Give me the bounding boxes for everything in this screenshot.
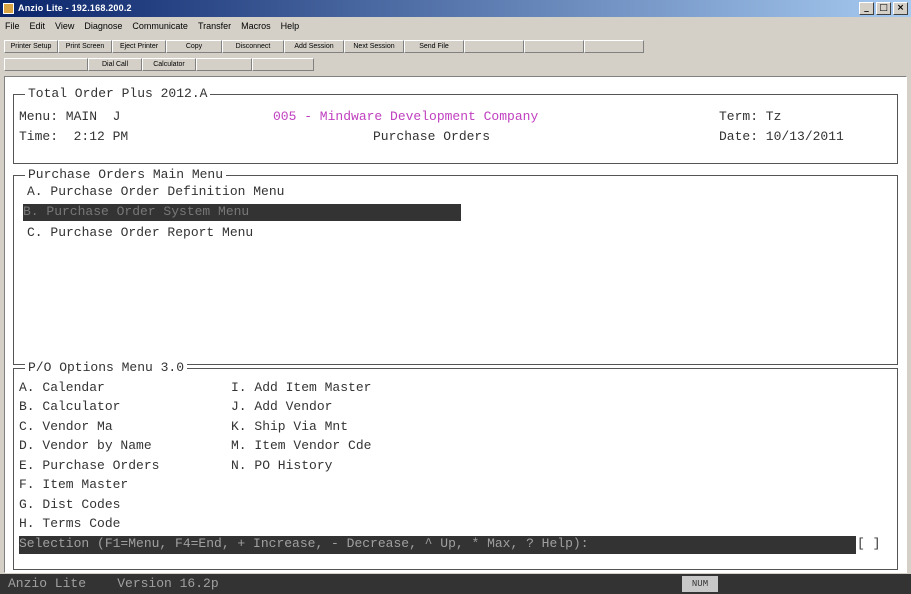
terminal-screen[interactable]: Total Order Plus 2012.A Menu: MAIN J 005… [4, 76, 907, 573]
selection-prompt: Selection (F1=Menu, F4=End, + Increase, … [19, 536, 856, 554]
menu-transfer[interactable]: Transfer [193, 21, 236, 31]
send-file-button[interactable]: Send File [404, 40, 464, 53]
menu-edit[interactable]: Edit [25, 21, 51, 31]
eject-printer-button[interactable]: Eject Printer [112, 40, 166, 53]
menu-communicate[interactable]: Communicate [127, 21, 193, 31]
next-session-button[interactable]: Next Session [344, 40, 404, 53]
menu-item-po-system[interactable]: B. Purchase Order System Menu [23, 204, 461, 221]
option-item[interactable]: I. Add Item Master [231, 380, 371, 395]
company-name: 005 - Mindware Development Company [273, 109, 539, 124]
title-bar: Anzio Lite - 192.168.200.2 _ □ × [0, 0, 911, 17]
menu-bar: File Edit View Diagnose Communicate Tran… [0, 17, 911, 34]
main-menu-title: Purchase Orders Main Menu [25, 167, 227, 182]
menu-macros[interactable]: Macros [236, 21, 276, 31]
option-item[interactable]: E. Purchase Orders [19, 458, 159, 473]
status-bar: Anzio Lite Version 16.2p NUM [0, 574, 911, 594]
add-session-button[interactable]: Add Session [284, 40, 344, 53]
toolbar-row-1: Printer Setup Print Screen Eject Printer… [4, 40, 909, 54]
window-controls: _ □ × [859, 2, 908, 15]
menu-label: Menu: MAIN J [19, 109, 121, 124]
option-item[interactable]: F. Item Master [19, 477, 128, 492]
app-icon [3, 3, 14, 14]
minimize-icon[interactable]: _ [859, 2, 874, 15]
disabled-toolbar-button [524, 40, 584, 53]
option-item[interactable]: K. Ship Via Mnt [231, 419, 348, 434]
option-item[interactable]: M. Item Vendor Cde [231, 438, 371, 453]
copy-button[interactable]: Copy [166, 40, 222, 53]
disabled-toolbar-button [464, 40, 524, 53]
dial-call-button[interactable]: Dial Call [88, 58, 142, 71]
menu-view[interactable]: View [50, 21, 79, 31]
time-display: Time: 2:12 PM [19, 129, 129, 144]
menu-item-po-definition[interactable]: A. Purchase Order Definition Menu [27, 184, 284, 199]
num-lock-indicator: NUM [682, 576, 718, 592]
terminal-id: Term: Tz [719, 109, 782, 124]
disabled-toolbar-button [584, 40, 644, 53]
options-menu-title: P/O Options Menu 3.0 [25, 360, 188, 375]
status-text: Anzio Lite Version 16.2p [8, 576, 219, 591]
menu-item-po-report[interactable]: C. Purchase Order Report Menu [27, 225, 253, 240]
product-title: Total Order Plus 2012.A [25, 86, 211, 101]
option-item[interactable]: C. Vendor Ma [19, 419, 113, 434]
option-item[interactable]: H. Terms Code [19, 516, 120, 531]
maximize-icon[interactable]: □ [876, 2, 891, 15]
option-item[interactable]: J. Add Vendor [231, 399, 332, 414]
toolbar-row-2: Dial Call Calculator [4, 58, 909, 72]
disabled-toolbar-button [4, 58, 88, 71]
print-screen-button[interactable]: Print Screen [58, 40, 112, 53]
option-item[interactable]: D. Vendor by Name [19, 438, 152, 453]
window-title: Anzio Lite - 192.168.200.2 [18, 3, 132, 13]
close-icon[interactable]: × [893, 2, 908, 15]
menu-help[interactable]: Help [276, 21, 305, 31]
date-display: Date: 10/13/2011 [719, 129, 844, 144]
menu-diagnose[interactable]: Diagnose [79, 21, 127, 31]
disabled-toolbar-button [196, 58, 252, 71]
printer-setup-button[interactable]: Printer Setup [4, 40, 58, 53]
calculator-button[interactable]: Calculator [142, 58, 196, 71]
option-item[interactable]: G. Dist Codes [19, 497, 120, 512]
option-item[interactable]: A. Calendar [19, 380, 105, 395]
menu-file[interactable]: File [0, 21, 25, 31]
disabled-toolbar-button [252, 58, 314, 71]
screen-title: Purchase Orders [373, 129, 491, 144]
selection-input[interactable]: [ ] [857, 536, 880, 551]
disconnect-button[interactable]: Disconnect [222, 40, 284, 53]
option-item[interactable]: N. PO History [231, 458, 332, 473]
option-item[interactable]: B. Calculator [19, 399, 120, 414]
